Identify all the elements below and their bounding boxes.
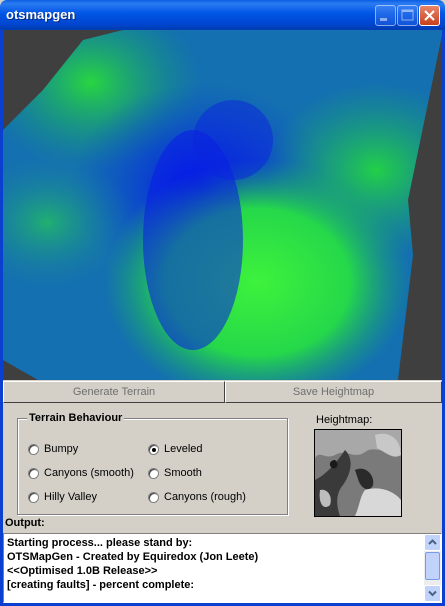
radio-leveled[interactable]: Leveled [148, 443, 203, 455]
output-log[interactable]: Starting process... please stand by: OTS… [3, 533, 442, 603]
scroll-up-button[interactable] [424, 534, 441, 551]
title-bar[interactable]: otsmapgen [0, 0, 445, 30]
minimize-icon [380, 18, 387, 21]
window-title: otsmapgen [6, 7, 76, 22]
generate-terrain-button[interactable]: Generate Terrain [3, 381, 225, 403]
radio-indicator [28, 443, 39, 455]
terrain-3d-view[interactable] [3, 30, 442, 380]
scroll-down-button[interactable] [424, 585, 441, 602]
radio-canyons-smooth[interactable]: Canyons (smooth) [28, 467, 134, 479]
radio-indicator [28, 491, 39, 503]
output-line: [creating faults] - percent complete: [7, 579, 195, 591]
radio-indicator-checked [148, 443, 159, 455]
output-line: OTSMapGen - Created by Equiredox (Jon Le… [7, 551, 259, 563]
heightmap-preview [314, 429, 402, 517]
save-heightmap-button[interactable]: Save Heightmap [225, 381, 442, 403]
terrain-render [3, 30, 442, 380]
output-line: <<Optimised 1.0B Release>> [7, 565, 158, 577]
radio-indicator [148, 491, 159, 503]
chevron-up-icon [428, 539, 437, 545]
output-line: Starting process... please stand by: [7, 537, 193, 549]
output-label: Output: [5, 517, 45, 529]
radio-smooth[interactable]: Smooth [148, 467, 202, 479]
radio-label: Leveled [164, 443, 203, 455]
output-scrollbar[interactable] [424, 534, 441, 602]
close-icon [424, 10, 435, 21]
maximize-button[interactable] [397, 5, 418, 26]
radio-bumpy[interactable]: Bumpy [28, 443, 78, 455]
app-window: otsmapgen Generate Terrain Save Heightma… [0, 0, 445, 606]
radio-label: Smooth [164, 467, 202, 479]
heightmap-image [315, 430, 401, 516]
close-button[interactable] [419, 5, 440, 26]
heightmap-label: Heightmap: [316, 414, 373, 426]
chevron-down-icon [428, 590, 437, 597]
radio-indicator [148, 467, 159, 479]
radio-canyons-rough[interactable]: Canyons (rough) [148, 491, 246, 503]
maximize-icon [401, 9, 414, 21]
radio-label: Hilly Valley [44, 491, 97, 503]
radio-label: Canyons (rough) [164, 491, 246, 503]
radio-label: Bumpy [44, 443, 79, 455]
scroll-thumb[interactable] [425, 552, 440, 580]
radio-indicator [28, 467, 39, 479]
output-lines: Starting process... please stand by: OTS… [7, 536, 258, 592]
radio-label: Canyons (smooth) [44, 467, 134, 479]
minimize-button[interactable] [375, 5, 396, 26]
terrain-behaviour-title: Terrain Behaviour [27, 412, 125, 424]
radio-hilly-valley[interactable]: Hilly Valley [28, 491, 97, 503]
